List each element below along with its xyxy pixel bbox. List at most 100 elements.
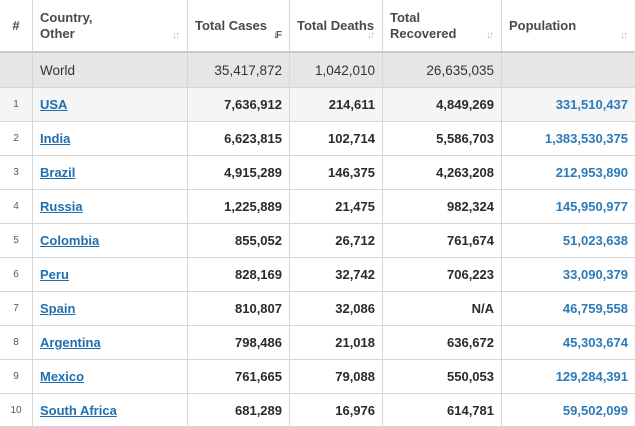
recovered-cell: 761,674: [383, 224, 502, 257]
country-link[interactable]: Peru: [40, 267, 69, 282]
cases-cell: 828,169: [188, 258, 290, 291]
country-link[interactable]: Brazil: [40, 165, 75, 180]
rank-cell: 5: [0, 224, 33, 257]
recovered-cell: N/A: [383, 292, 502, 325]
country-cell: Mexico: [33, 360, 188, 393]
deaths-cell: 214,611: [290, 88, 383, 121]
population-cell: 212,953,890: [502, 156, 635, 189]
rank: 5: [13, 235, 19, 246]
deaths-cell: 32,086: [290, 292, 383, 325]
rank: 3: [13, 167, 19, 178]
table-row: 3 Brazil 4,915,289 146,375 4,263,208 212…: [0, 156, 635, 190]
country-link[interactable]: Mexico: [40, 369, 84, 384]
recovered-cell: 4,263,208: [383, 156, 502, 189]
world-deaths: 1,042,010: [314, 62, 375, 78]
population-cell: 129,284,391: [502, 360, 635, 393]
total-recovered: 550,053: [447, 369, 494, 384]
column-header-total-cases-label: Total Cases: [195, 17, 268, 33]
population: 33,090,379: [562, 267, 628, 282]
rank-cell: 6: [0, 258, 33, 291]
deaths-cell: 79,088: [290, 360, 383, 393]
recovered-cell: 5,586,703: [383, 122, 502, 155]
column-header-rank-label: #: [12, 18, 20, 33]
total-cases: 681,289: [235, 402, 282, 418]
sort-arrows-icon[interactable]: ↓↑: [620, 30, 628, 41]
world-rank-cell: [0, 53, 33, 87]
country-link[interactable]: Argentina: [40, 335, 101, 350]
country-cell: South Africa: [33, 394, 188, 426]
country-cell: Russia: [33, 190, 188, 223]
total-cases: 761,665: [235, 369, 282, 384]
population: 59,502,099: [562, 402, 628, 418]
world-recovered-cell: 26,635,035: [383, 53, 502, 87]
rank: 10: [10, 404, 22, 416]
world-cases: 35,417,872: [214, 62, 282, 78]
population: 331,510,437: [555, 97, 628, 112]
table-row: 6 Peru 828,169 32,742 706,223 33,090,379: [0, 258, 635, 292]
deaths-cell: 102,714: [290, 122, 383, 155]
country-link[interactable]: South Africa: [40, 403, 117, 418]
world-cases-cell: 35,417,872: [188, 53, 290, 87]
country-link[interactable]: USA: [40, 97, 67, 112]
country-cell: Colombia: [33, 224, 188, 257]
rank-cell: 1: [0, 88, 33, 121]
rank: 7: [13, 303, 19, 314]
cases-cell: 681,289: [188, 394, 290, 426]
population: 1,383,530,375: [544, 131, 628, 146]
rank-cell: 7: [0, 292, 33, 325]
column-header-total-recovered[interactable]: Total Recovered ↓↑: [383, 0, 502, 51]
country-link[interactable]: Russia: [40, 199, 83, 214]
rank: 9: [13, 371, 19, 382]
cases-cell: 810,807: [188, 292, 290, 325]
cases-cell: 4,915,289: [188, 156, 290, 189]
total-deaths: 79,088: [335, 369, 375, 384]
column-header-total-deaths[interactable]: Total Deaths ↓↑: [290, 0, 383, 51]
table-row: 9 Mexico 761,665 79,088 550,053 129,284,…: [0, 360, 635, 394]
rank-cell: 2: [0, 122, 33, 155]
column-header-country[interactable]: Country, Other ↓↑: [33, 0, 188, 51]
recovered-cell: 4,849,269: [383, 88, 502, 121]
total-recovered: 706,223: [447, 267, 494, 282]
total-recovered: 4,849,269: [436, 97, 494, 112]
total-recovered: 982,324: [447, 199, 494, 214]
column-header-country-label: Country, Other: [40, 9, 93, 41]
sort-arrows-icon[interactable]: ↓↑: [486, 30, 494, 41]
total-cases: 855,052: [235, 233, 282, 248]
recovered-cell: 550,053: [383, 360, 502, 393]
deaths-cell: 21,475: [290, 190, 383, 223]
country-link[interactable]: Colombia: [40, 233, 99, 248]
country-link[interactable]: Spain: [40, 301, 75, 316]
sort-descending-icon[interactable]: ↓F: [273, 30, 282, 41]
total-deaths: 26,712: [335, 233, 375, 248]
column-header-population[interactable]: Population ↓↑: [502, 0, 635, 51]
world-deaths-cell: 1,042,010: [290, 53, 383, 87]
deaths-cell: 21,018: [290, 326, 383, 359]
total-cases: 7,636,912: [224, 97, 282, 112]
total-recovered: N/A: [471, 301, 494, 316]
country-cell: Brazil: [33, 156, 188, 189]
population-cell: 1,383,530,375: [502, 122, 635, 155]
total-cases: 798,486: [235, 335, 282, 350]
world-total-row: World 35,417,872 1,042,010 26,635,035: [0, 53, 635, 88]
rank: 4: [13, 201, 19, 212]
deaths-cell: 32,742: [290, 258, 383, 291]
cases-cell: 761,665: [188, 360, 290, 393]
population-cell: 331,510,437: [502, 88, 635, 121]
country-cell: USA: [33, 88, 188, 121]
population-cell: 45,303,674: [502, 326, 635, 359]
table-header: # Country, Other ↓↑ Total Cases ↓F Total D…: [0, 0, 635, 53]
country-link[interactable]: India: [40, 131, 70, 146]
population-cell: 51,023,638: [502, 224, 635, 257]
sort-arrows-icon[interactable]: ↓↑: [367, 30, 375, 41]
total-deaths: 102,714: [328, 131, 375, 146]
rank-cell: 4: [0, 190, 33, 223]
population-cell: 46,759,558: [502, 292, 635, 325]
column-header-population-label: Population: [509, 17, 577, 33]
total-recovered: 636,672: [447, 335, 494, 350]
country-cell: Argentina: [33, 326, 188, 359]
total-deaths: 32,086: [335, 301, 375, 316]
total-recovered: 761,674: [447, 233, 494, 248]
cases-cell: 1,225,889: [188, 190, 290, 223]
column-header-total-cases[interactable]: Total Cases ↓F: [188, 0, 290, 51]
sort-arrows-icon[interactable]: ↓↑: [172, 30, 180, 41]
